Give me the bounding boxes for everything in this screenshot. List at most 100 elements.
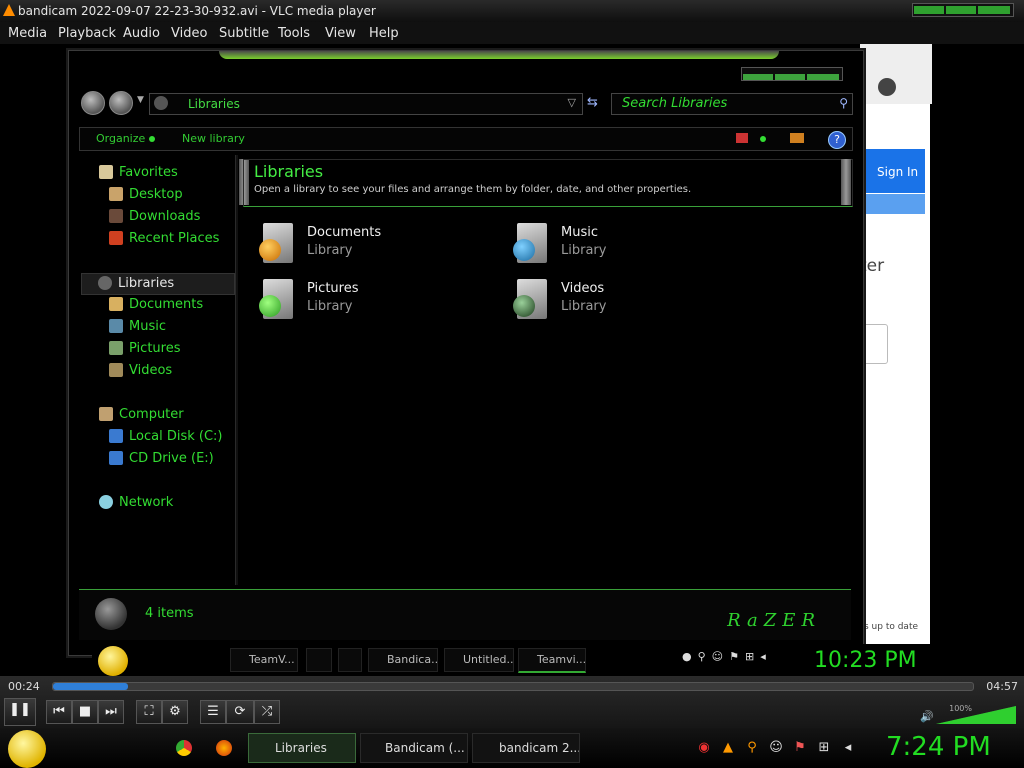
recent-places-icon bbox=[109, 231, 123, 245]
search-tray-icon[interactable]: ⚲ bbox=[744, 740, 760, 756]
menu-view[interactable]: View bbox=[325, 26, 356, 41]
libraries-disk-icon bbox=[95, 598, 127, 630]
organize-button: Organize bbox=[96, 132, 156, 145]
next-button[interactable]: ⏭ bbox=[98, 700, 124, 724]
library-name: Music bbox=[561, 225, 598, 240]
previous-button[interactable]: ⏮ bbox=[46, 700, 72, 724]
new-library-button: New library bbox=[182, 132, 245, 145]
menu-video[interactable]: Video bbox=[171, 26, 207, 41]
inner-task-label: TeamV... bbox=[249, 653, 295, 666]
window-controls[interactable] bbox=[912, 3, 1014, 17]
pause-button[interactable]: ❚❚ bbox=[4, 698, 36, 726]
view-icon bbox=[736, 133, 748, 143]
start-button[interactable] bbox=[8, 730, 46, 768]
volume-level bbox=[936, 706, 1016, 724]
star-icon bbox=[99, 165, 113, 179]
video-area[interactable]: Sign In ter s up to date ▼ Libraries ▽ ⇆… bbox=[0, 44, 1024, 676]
library-music: Music Library bbox=[513, 221, 743, 269]
loop-button[interactable]: ⟳ bbox=[226, 700, 254, 724]
libraries-icon bbox=[98, 276, 112, 290]
menu-subtitle[interactable]: Subtitle bbox=[219, 26, 269, 41]
nav-videos-label: Videos bbox=[129, 363, 173, 378]
vlc-controls: 00:24 04:57 ❚❚ ⏮ ■ ⏭ ⛶ ⚙ ☰ ⟳ ⤮ 🔊 100% bbox=[0, 676, 1024, 728]
library-pictures: Pictures Library bbox=[259, 277, 489, 325]
network-tray-icon[interactable]: ⊞ bbox=[816, 740, 832, 756]
nav-desktop-label: Desktop bbox=[129, 187, 183, 202]
volume-icon[interactable]: 🔊 bbox=[920, 710, 934, 723]
disk-icon bbox=[109, 429, 123, 443]
search-placeholder: Search Libraries bbox=[622, 96, 728, 111]
chrome-icon[interactable] bbox=[176, 740, 192, 756]
taskbar-clock[interactable]: 7:24 PM bbox=[886, 732, 991, 762]
preview-pane-icon bbox=[790, 133, 804, 143]
seek-slider[interactable] bbox=[52, 682, 974, 691]
task-bandicam[interactable]: Bandicam (... bbox=[360, 733, 468, 763]
library-type: Library bbox=[561, 299, 607, 314]
avatar bbox=[878, 78, 896, 96]
playlist-button[interactable]: ☰ bbox=[200, 700, 226, 724]
shuffle-button[interactable]: ⤮ bbox=[254, 700, 280, 724]
library-type: Library bbox=[561, 243, 607, 258]
pictures-icon bbox=[109, 341, 123, 355]
search-input: Search Libraries ⚲ bbox=[611, 93, 853, 115]
inner-task-label: Bandica... bbox=[387, 653, 438, 666]
nav-documents-label: Documents bbox=[129, 297, 204, 312]
inner-task-folder-icon bbox=[338, 648, 362, 672]
documents-badge-icon bbox=[259, 239, 281, 261]
menu-help[interactable]: Help bbox=[369, 26, 399, 41]
downloads-icon bbox=[109, 209, 123, 223]
action-center-flag-icon[interactable]: ⚑ bbox=[792, 740, 808, 756]
library-type: Library bbox=[307, 243, 353, 258]
maximize-button[interactable] bbox=[946, 6, 976, 14]
firefox-icon[interactable] bbox=[216, 740, 232, 756]
stop-button[interactable]: ■ bbox=[72, 700, 98, 724]
navigation-pane: Favorites Desktop Downloads Recent Place… bbox=[79, 155, 235, 585]
nav-local-disk-label: Local Disk (C:) bbox=[129, 429, 223, 444]
dropdown-dot-icon bbox=[149, 136, 156, 142]
item-count: 4 items bbox=[145, 606, 194, 621]
library-type: Library bbox=[307, 299, 353, 314]
menu-audio[interactable]: Audio bbox=[123, 26, 160, 41]
task-label: Libraries bbox=[275, 741, 327, 755]
menu-media[interactable]: Media bbox=[8, 26, 47, 41]
vlc-menubar: Media Playback Audio Video Subtitle Tool… bbox=[0, 22, 1024, 44]
background-status-text: s up to date bbox=[864, 622, 919, 632]
razer-logo: RaZER bbox=[727, 610, 821, 631]
nav-libraries: Libraries bbox=[81, 273, 235, 295]
history-chevron-icon: ▼ bbox=[137, 95, 144, 105]
sign-in-button: Sign In bbox=[863, 149, 925, 193]
nav-libraries-label: Libraries bbox=[118, 276, 175, 291]
task-libraries[interactable]: Libraries bbox=[248, 733, 356, 763]
desktop-icon bbox=[109, 187, 123, 201]
view-options-icon bbox=[760, 136, 766, 142]
vlc-tray-icon[interactable]: ▲ bbox=[720, 740, 736, 756]
address-bar: Libraries ▽ bbox=[149, 93, 583, 115]
library-documents: Documents Library bbox=[259, 221, 489, 269]
back-icon bbox=[81, 91, 105, 115]
chevron-down-icon: ▽ bbox=[567, 96, 576, 109]
cd-drive-icon bbox=[109, 451, 123, 465]
speaker-icon[interactable]: ◂ bbox=[840, 740, 856, 756]
fullscreen-button[interactable]: ⛶ bbox=[136, 700, 162, 724]
music-play-icon bbox=[513, 239, 535, 261]
minimize-button[interactable] bbox=[914, 6, 944, 14]
explorer-toolbar: Organize New library ? bbox=[79, 127, 853, 151]
extended-settings-button[interactable]: ⚙ bbox=[162, 700, 188, 724]
inner-task-teamviewer: TeamV... bbox=[230, 648, 298, 672]
task-vlc[interactable]: bandicam 2... bbox=[472, 733, 580, 763]
emoji-tray-icon[interactable]: ☺ bbox=[768, 740, 784, 756]
menu-playback[interactable]: Playback bbox=[58, 26, 116, 41]
background-banner bbox=[863, 194, 925, 214]
smiley-start-icon bbox=[98, 646, 128, 676]
time-total: 04:57 bbox=[986, 680, 1018, 693]
close-button[interactable] bbox=[978, 6, 1010, 14]
menu-tools[interactable]: Tools bbox=[278, 26, 310, 41]
page-title: Libraries bbox=[254, 162, 324, 181]
details-pane: 4 items RaZER bbox=[79, 589, 851, 640]
record-icon[interactable]: ◉ bbox=[696, 740, 712, 756]
libraries-header: Libraries Open a library to see your fil… bbox=[243, 159, 853, 207]
close-button bbox=[807, 74, 839, 80]
nav-recent-places-label: Recent Places bbox=[129, 231, 220, 246]
window-title: bandicam 2022-09-07 22-23-30-932.avi - V… bbox=[18, 4, 376, 18]
library-name: Pictures bbox=[307, 281, 359, 296]
